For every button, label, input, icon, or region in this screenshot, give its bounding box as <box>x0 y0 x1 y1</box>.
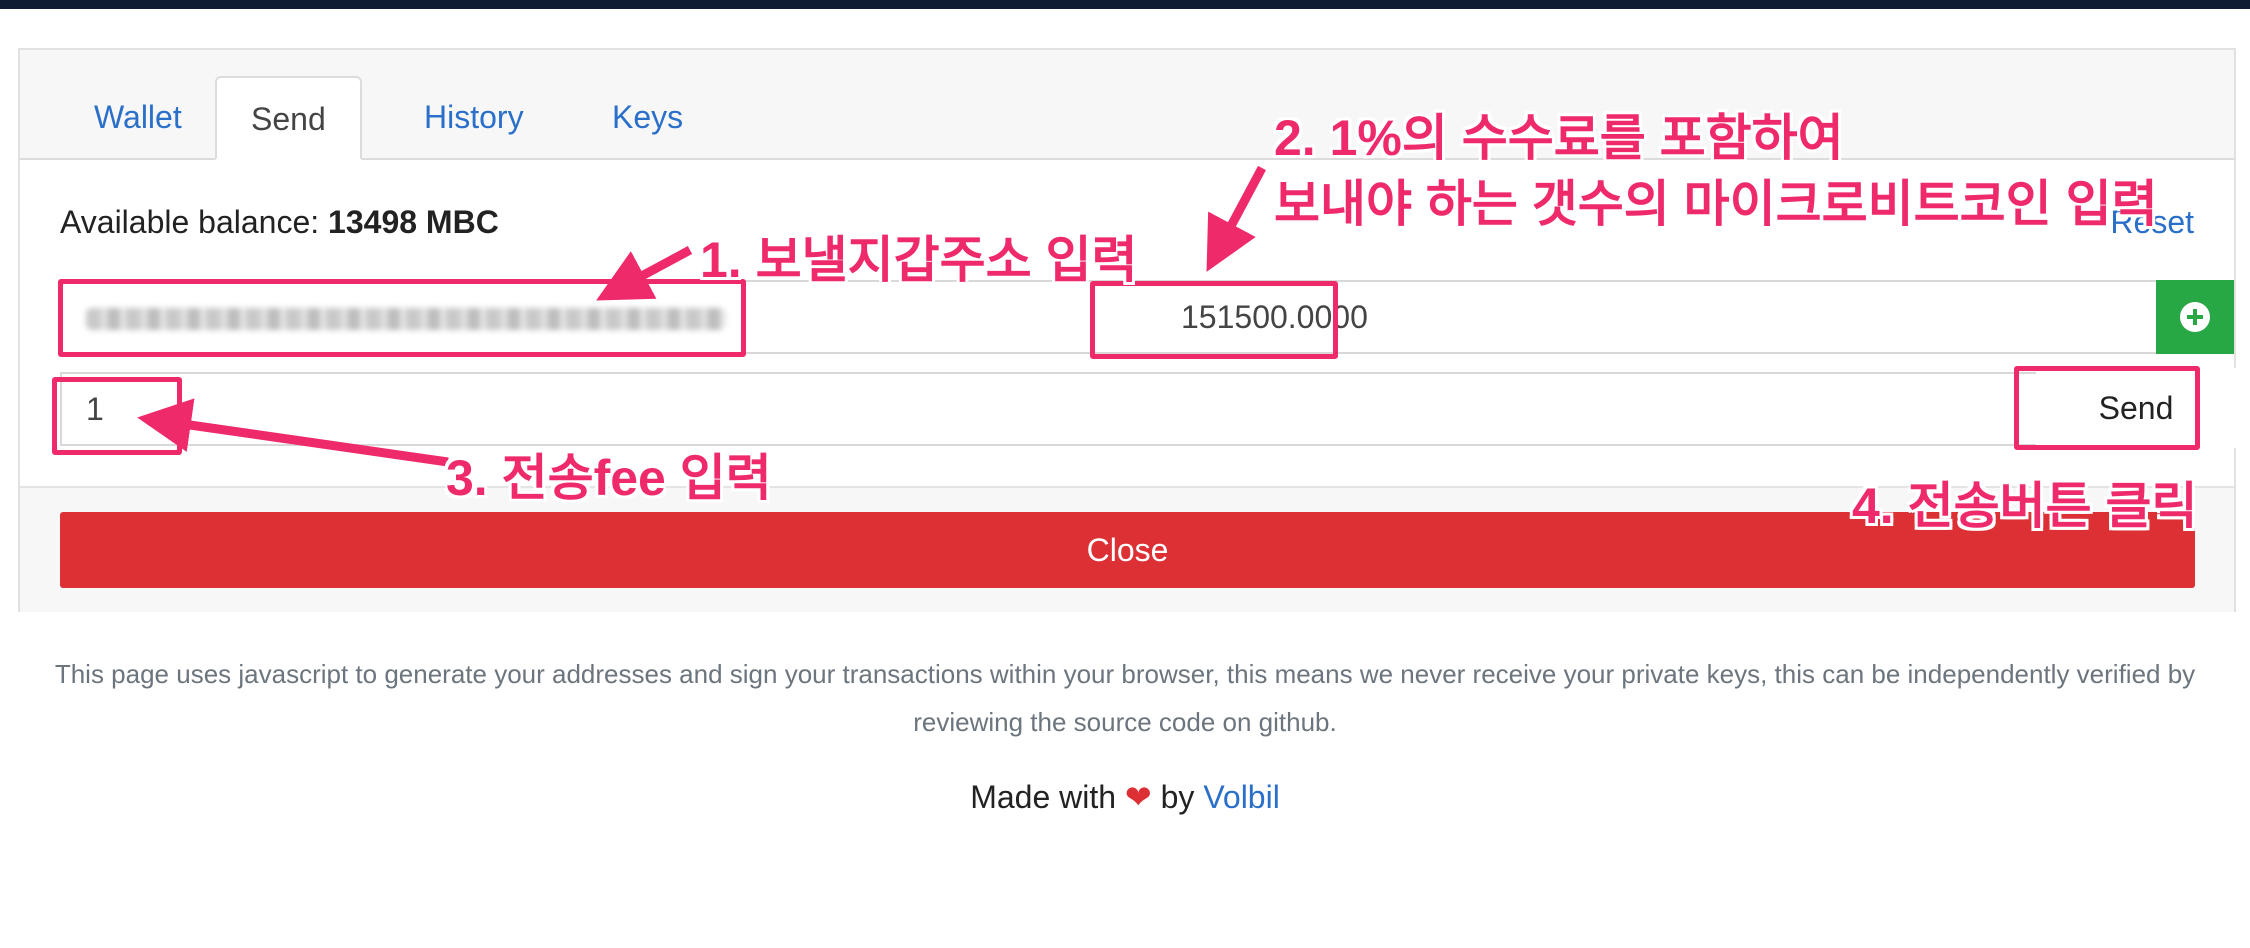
author-link[interactable]: Volbil <box>1203 779 1280 815</box>
made-with-text: Made with <box>970 779 1117 815</box>
info-text: This page uses javascript to generate yo… <box>54 659 2196 737</box>
annotation-step2-line2: 보내야 하는 갯수의 마이크로비트코인 입력 <box>1274 176 2158 232</box>
annotation-step3: 3. 전송fee 입력 <box>446 450 772 506</box>
available-balance: Available balance: 13498 MBC <box>60 204 499 241</box>
tab-keys[interactable]: Keys <box>578 76 717 158</box>
tab-wallet[interactable]: Wallet <box>60 76 216 158</box>
highlight-address <box>58 279 746 357</box>
highlight-fee <box>52 377 182 455</box>
plus-circle-icon <box>2180 302 2210 332</box>
annotation-step2-line1: 2. 1%의 수수료를 포함하여 <box>1274 110 1844 166</box>
fee-row: 1 <box>60 372 2195 446</box>
top-bar <box>0 0 2250 9</box>
made-by-text: by <box>1160 779 1195 815</box>
tab-history[interactable]: History <box>390 76 558 158</box>
annotation-step4: 4. 전송버튼 클릭 <box>1852 478 2198 534</box>
made-with-line: Made with ❤ by Volbil <box>0 778 2250 816</box>
add-output-button[interactable] <box>2156 280 2234 354</box>
tab-bar: Wallet Send History Keys <box>20 50 2234 160</box>
highlight-send <box>2014 366 2200 450</box>
balance-label: Available balance: <box>60 204 320 240</box>
balance-value: 13498 MBC <box>328 204 499 240</box>
heart-icon: ❤ <box>1124 779 1152 815</box>
tab-send[interactable]: Send <box>215 76 362 160</box>
highlight-amount <box>1090 281 1338 359</box>
annotation-step1: 1. 보낼지갑주소 입력 <box>700 232 1138 288</box>
